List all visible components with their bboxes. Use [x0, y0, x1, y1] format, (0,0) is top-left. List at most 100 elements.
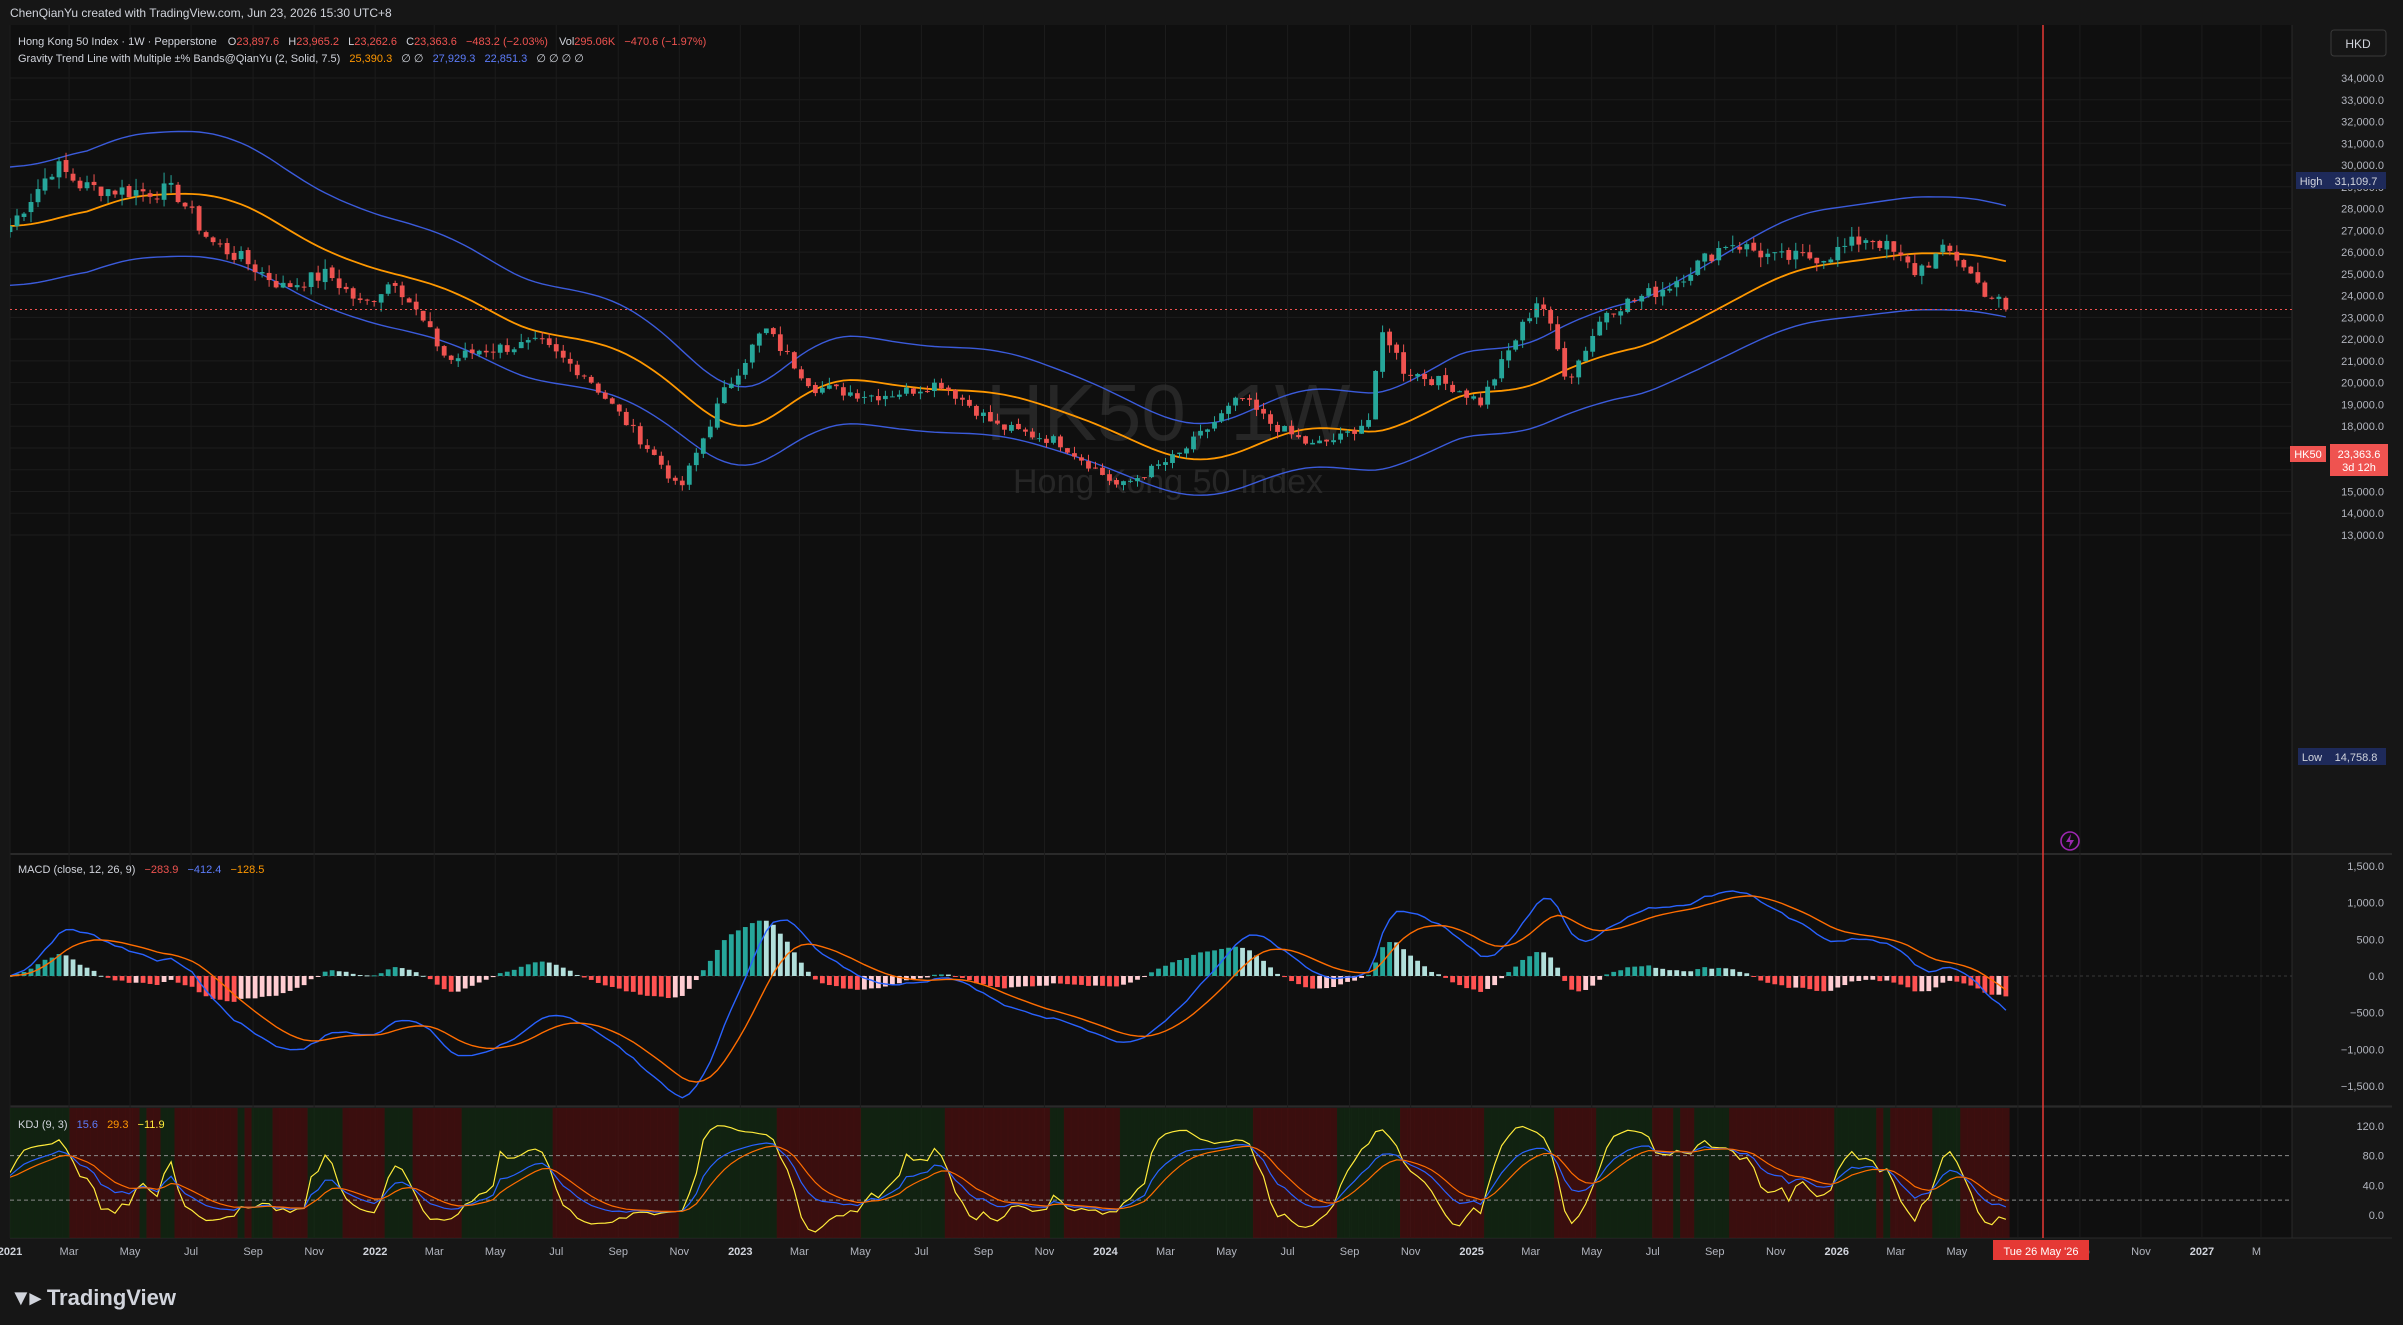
macd-histogram-bar	[329, 970, 335, 976]
price-tick-label: 30,000.0	[2341, 160, 2384, 172]
macd-histogram-bar	[1429, 971, 1435, 976]
candle[interactable]	[1149, 464, 1154, 479]
macd-histogram-bar	[140, 976, 146, 983]
candle[interactable]	[196, 205, 202, 235]
candle[interactable]	[175, 181, 181, 204]
currency-button[interactable]: HKD	[2330, 29, 2387, 57]
macd-histogram-bar	[665, 976, 671, 999]
macd-histogram-bar	[1527, 956, 1533, 976]
macd-histogram-bar	[588, 976, 594, 980]
candle[interactable]	[126, 184, 132, 198]
macd-histogram-bar	[294, 976, 300, 988]
macd-histogram-bar	[1828, 976, 1834, 991]
macd-histogram-bar	[882, 976, 888, 987]
candle[interactable]	[1695, 259, 1701, 276]
macd-histogram-bar	[686, 976, 692, 989]
cursor-date-tag: Tue 26 May '26	[1993, 1240, 2089, 1260]
candle[interactable]	[1373, 370, 1378, 420]
time-tick-label: Mar	[1886, 1246, 1905, 1258]
time-tick-label: Sep	[974, 1246, 994, 1258]
time-tick-label: Nov	[1035, 1246, 1055, 1258]
macd-histogram-bar	[336, 971, 342, 976]
macd-histogram-bar	[651, 976, 657, 997]
candle[interactable]	[1968, 265, 1974, 274]
macd-histogram-bar	[147, 976, 153, 984]
price-tick-label: 20,000.0	[2341, 378, 2384, 390]
time-tick-label: May	[1581, 1246, 1602, 1258]
macd-histogram-bar	[953, 976, 958, 977]
candle[interactable]	[420, 310, 426, 323]
macd-histogram-bar	[932, 974, 937, 976]
macd-histogram-bar	[1016, 976, 1021, 987]
high-tag-value: 31,109.7	[2335, 176, 2378, 188]
candle[interactable]	[1982, 280, 1988, 298]
macd-histogram-bar	[1163, 965, 1168, 976]
time-tick-label: Mar	[790, 1246, 809, 1258]
macd-histogram-bar	[1891, 976, 1897, 983]
macd-histogram-bar	[84, 967, 90, 976]
candle[interactable]	[1625, 297, 1631, 314]
candle[interactable]	[1933, 253, 1939, 269]
price-tick-label: 15,000.0	[2341, 486, 2384, 498]
macd-histogram-bar	[553, 964, 559, 976]
macd-histogram-bar	[1660, 968, 1666, 976]
time-tick-label: M	[2252, 1246, 2261, 1258]
time-tick-label: 2023	[728, 1246, 752, 1258]
price-tick-label: 23,000.0	[2341, 312, 2384, 324]
macd-histogram-bar	[119, 976, 125, 981]
time-tick-label: May	[120, 1246, 141, 1258]
macd-axis[interactable]: 1,500.0 1,000.0 500.0 0.0 −500.0 −1,000.0 −1,5…	[2341, 861, 2384, 1093]
watermark-symbol: HK50, 1W	[986, 368, 1351, 457]
macd-histogram-bar	[462, 976, 468, 989]
macd-histogram-bar	[812, 976, 818, 980]
macd-histogram-bar	[1149, 972, 1154, 976]
last-price-tag: HK50 23,363.6 3d 12h	[2290, 444, 2388, 476]
macd-histogram-bar	[511, 969, 517, 976]
macd-histogram-bar	[539, 961, 545, 976]
time-axis[interactable]: 2021 Mar May Jul Sep Nov 2022 Mar May Jul Sep Nov 20…	[0, 1246, 2261, 1258]
candle[interactable]	[1282, 425, 1287, 432]
macd-histogram-bar	[364, 975, 370, 977]
macd-histogram-bar	[280, 976, 286, 994]
chart-svg[interactable]: HK50, 1W Hong Kong 50 Index 34,000.0 33,0…	[0, 0, 2403, 1325]
macd-histogram-bar	[1632, 966, 1638, 976]
macd-histogram-bar	[1898, 976, 1904, 985]
price-tick-label: 21,000.0	[2341, 356, 2384, 368]
macd-histogram-bar	[1695, 969, 1701, 976]
macd-histogram-bar	[595, 976, 601, 983]
macd-histogram-bar	[1758, 976, 1764, 981]
macd-histogram-bar	[1646, 965, 1652, 976]
macd-histogram-bar	[1555, 967, 1561, 976]
time-tick-label: Nov	[304, 1246, 324, 1258]
macd-histogram-bar	[1317, 976, 1322, 989]
macd-histogram-bar	[322, 971, 328, 976]
macd-histogram-bar	[1450, 976, 1456, 983]
low-tag-label: Low	[2302, 752, 2322, 764]
macd-histogram-bar	[1401, 949, 1407, 976]
macd-histogram-bar	[1261, 960, 1266, 976]
macd-histogram-bar	[378, 973, 384, 976]
macd-histogram-bar	[840, 976, 846, 989]
time-tick-label: Mar	[60, 1246, 79, 1258]
candle[interactable]	[791, 351, 797, 370]
tradingview-logo[interactable]: ▼▸ TradingView	[10, 1285, 176, 1311]
macd-histogram-bar	[770, 924, 776, 976]
macd-histogram-bar	[1653, 967, 1659, 976]
macd-histogram-bar	[1485, 976, 1491, 989]
macd-histogram-bar	[1478, 976, 1484, 992]
macd-histogram-bar	[1044, 976, 1049, 986]
kdj-axis[interactable]: 120.0 80.0 40.0 0.0	[2356, 1121, 2384, 1222]
candle[interactable]	[1380, 325, 1386, 378]
macd-histogram-bar	[1492, 976, 1498, 986]
macd-histogram-bar	[1128, 976, 1133, 983]
macd-histogram-bar	[1807, 976, 1813, 990]
time-tick-label: May	[850, 1246, 871, 1258]
macd-histogram-bar	[490, 976, 496, 978]
macd-histogram-bar	[560, 967, 566, 976]
macd-histogram-bar	[1597, 976, 1603, 980]
macd-histogram-bar	[1170, 962, 1175, 976]
macd-histogram-bar	[1863, 976, 1869, 980]
macd-histogram-bar	[1793, 976, 1799, 988]
kdj-tick-label: 80.0	[2363, 1151, 2384, 1163]
macd-histogram-bar	[1905, 976, 1911, 988]
